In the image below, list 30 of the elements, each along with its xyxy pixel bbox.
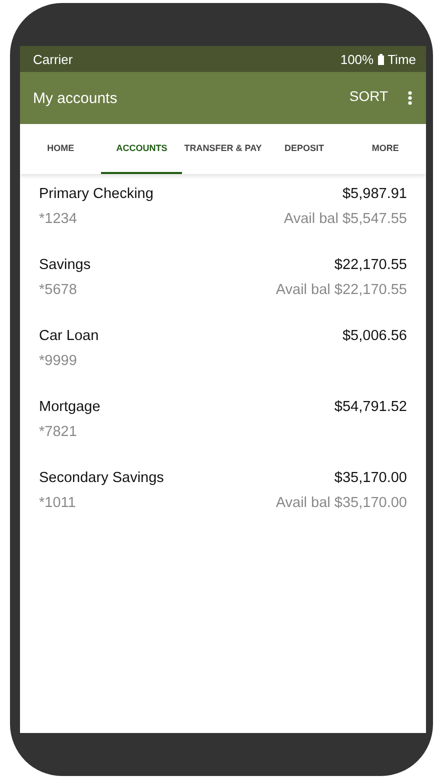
- account-balance: $35,170.00: [333, 470, 407, 488]
- nav-tab[interactable]: MORE: [344, 124, 426, 174]
- nav-tab[interactable]: HOME: [20, 124, 102, 174]
- account-name[interactable]: Car Loan: [39, 328, 342, 348]
- account-number: *1011: [39, 495, 77, 513]
- account-balance: $22,170.55: [333, 257, 407, 275]
- account-balance: $54,791.52: [334, 399, 407, 417]
- available-balance: Avail bal $5,547.55: [284, 211, 407, 229]
- battery-percent: 100%: [340, 52, 374, 66]
- screen-title: My accounts: [33, 90, 118, 106]
- account-balance: $5,987.91: [341, 186, 407, 204]
- account-name[interactable]: Mortgage: [39, 399, 334, 419]
- carrier-label: Carrier: [33, 52, 73, 66]
- clock-label: Time: [388, 52, 416, 66]
- available-balance: Avail bal $22,170.55: [276, 282, 407, 300]
- account-name[interactable]: Secondary Savings: [39, 470, 276, 490]
- available-balance: Avail bal $35,170.00: [276, 495, 407, 513]
- nav-tab[interactable]: TRANSFER & PAY: [182, 124, 264, 174]
- account-balance: $5,006.56: [342, 328, 407, 346]
- battery-icon: [378, 54, 384, 64]
- sort-button[interactable]: SORT: [349, 88, 388, 104]
- overflow-menu-icon[interactable]: [408, 91, 412, 105]
- account-name[interactable]: Savings: [39, 257, 276, 277]
- account-name[interactable]: Primary Checking: [39, 186, 284, 206]
- account-number: *5678: [39, 282, 78, 300]
- account-number: *7821: [39, 424, 78, 442]
- nav-tab[interactable]: ACCOUNTS: [101, 124, 182, 174]
- nav-tab[interactable]: DEPOSIT: [264, 124, 345, 174]
- account-number: *1234: [39, 211, 78, 229]
- account-number: *9999: [39, 353, 78, 371]
